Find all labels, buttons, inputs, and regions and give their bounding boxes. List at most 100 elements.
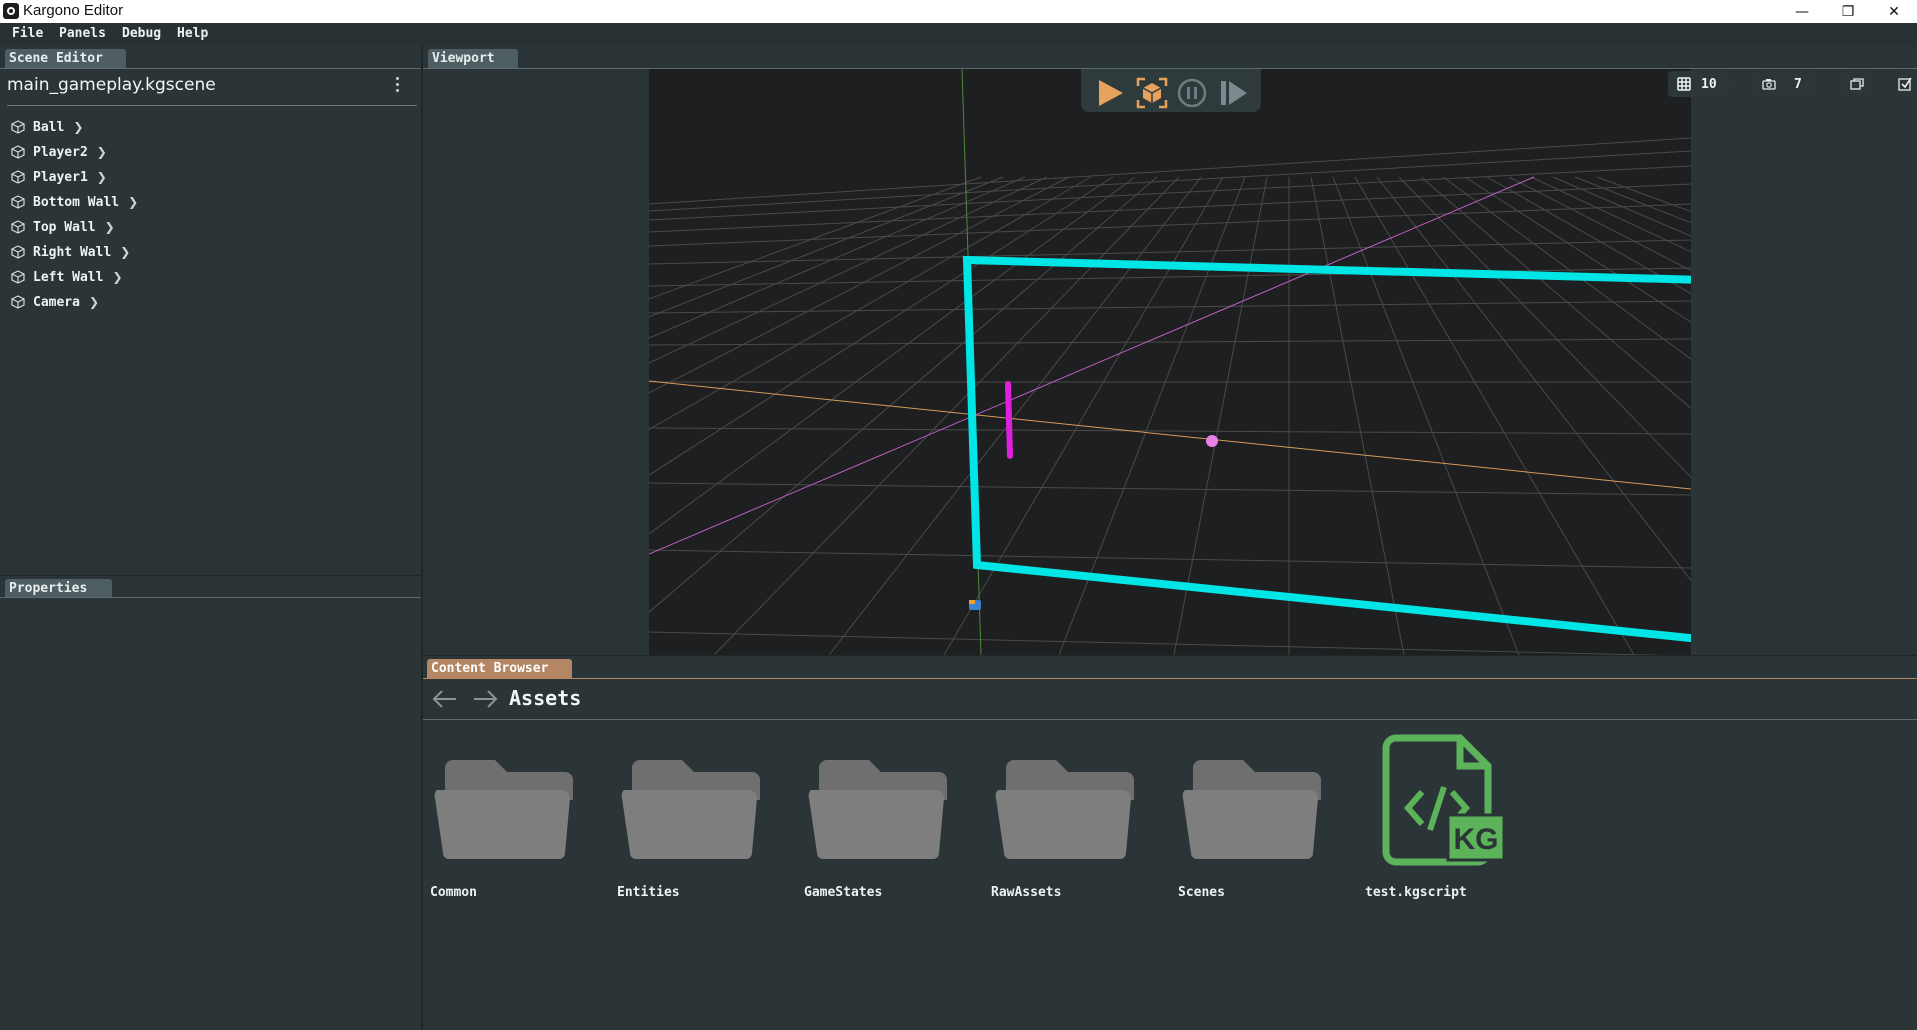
pause-icon[interactable] [1176,77,1208,109]
grid-row-line [649,150,1691,212]
grid-column-line [649,176,982,300]
entity-name: Camera [33,294,80,310]
chevron-right-icon[interactable]: ❯ [120,245,130,259]
grid-column-line [1398,176,1691,478]
entity-row[interactable]: Camera ❯ [11,293,99,311]
menu-bar: File Panels Debug Help [0,23,1917,45]
grid-column-line [1508,176,1691,272]
folder-icon [434,760,573,859]
menu-panels[interactable]: Panels [59,26,106,41]
menu-file[interactable]: File [12,26,43,41]
tab-scene-editor[interactable]: Scene Editor [5,49,126,68]
properties-tabbar: Properties [0,576,421,598]
grid-setting[interactable]: 10 [1668,71,1732,97]
restore-icon[interactable]: ❐ [1825,0,1871,23]
tab-properties[interactable]: Properties [5,579,112,598]
scene-name: main_gameplay.kgscene [7,75,216,95]
minimize-icon[interactable]: — [1779,0,1825,23]
maximize-viewport-button[interactable] [1841,71,1873,97]
chevron-right-icon[interactable]: ❯ [112,270,122,284]
grid-column-line [1486,176,1691,295]
divider [423,719,1917,720]
current-path: Assets [509,686,582,710]
svg-text:KG: KG [1454,823,1499,856]
grid-icon [1677,77,1691,91]
window-icon [1850,78,1864,90]
entity-name: Player2 [33,144,88,160]
entity-name: Left Wall [33,269,104,285]
scene-options-icon[interactable] [396,77,400,95]
entity-name: Ball [33,119,65,135]
simulate-icon[interactable] [1136,77,1168,109]
asset-folder[interactable]: Scenes [1178,740,1328,900]
grid-column-line [1420,176,1691,409]
asset-folder[interactable]: RawAssets [991,740,1141,900]
tab-viewport[interactable]: Viewport [428,49,518,68]
grid-column-line [649,176,1114,476]
menu-help[interactable]: Help [177,26,208,41]
ball [1206,435,1218,447]
camera-speed-setting[interactable]: 7 [1752,71,1818,97]
grid-column-line [1332,176,1520,655]
camera-icon [1762,79,1776,90]
entity-row[interactable]: Top Wall ❯ [11,218,115,236]
asset-label: test.kgscript [1365,885,1467,900]
entity-cube-icon [11,220,25,234]
paddle-player1 [1005,381,1013,459]
entity-cube-icon [11,120,25,134]
asset-label: Entities [617,885,680,900]
chevron-right-icon[interactable]: ❯ [97,170,107,184]
entity-row[interactable]: Right Wall ❯ [11,243,130,261]
grid-column-line [649,176,1136,535]
grid-column-line [1376,176,1691,582]
grid-column-line [1552,176,1691,237]
entity-row[interactable]: Ball ❯ [11,118,83,136]
asset-folder[interactable]: GameStates [804,740,954,900]
panel-splitter[interactable] [421,46,423,1030]
entity-cube-icon [11,245,25,259]
grid-row-line [649,165,1691,221]
grid-row-line [649,549,1691,569]
entity-cube-icon [11,270,25,284]
content-browser-tabbar: Content Browser [423,656,1917,678]
entity-cube-icon [11,195,25,209]
asset-folder[interactable]: Entities [617,740,767,900]
grid-row-line [649,239,1691,265]
grid-row-line [649,427,1691,435]
forward-arrow-icon[interactable] [471,688,499,710]
entity-row[interactable]: Player2 ❯ [11,143,107,161]
chevron-right-icon[interactable]: ❯ [97,145,107,159]
tab-content-browser[interactable]: Content Browser [427,659,572,678]
grid-column-line [1596,176,1691,213]
asset-label: GameStates [804,885,883,900]
entity-row[interactable]: Player1 ❯ [11,168,107,186]
chevron-right-icon[interactable]: ❯ [128,195,138,209]
divider [423,678,1917,679]
grid-column-line [1530,176,1691,253]
chevron-right-icon[interactable]: ❯ [89,295,99,309]
grid-column-line [649,176,1092,430]
grid-column-line [1354,176,1635,655]
grid-column-line [713,176,1180,655]
back-arrow-icon[interactable] [431,688,459,710]
close-icon[interactable]: ✕ [1871,0,1917,23]
grid-column-line [1464,176,1691,323]
entity-name: Bottom Wall [33,194,120,210]
grid-column-line [1442,176,1691,360]
menu-debug[interactable]: Debug [122,26,161,41]
entity-row[interactable]: Bottom Wall ❯ [11,193,138,211]
entity-name: Right Wall [33,244,112,260]
asset-folder[interactable]: Common [430,740,580,900]
window-title: Kargono Editor [23,2,124,19]
step-icon[interactable] [1218,77,1250,109]
chevron-right-icon[interactable]: ❯ [105,220,115,234]
asset-file[interactable]: KG test.kgscript [1365,734,1515,900]
entity-row[interactable]: Left Wall ❯ [11,268,123,286]
play-icon[interactable] [1094,77,1126,109]
folder-icon [1182,760,1321,859]
grid-row-line [649,631,1670,655]
kgscript-file-icon: KG [1382,734,1506,866]
chevron-right-icon[interactable]: ❯ [73,120,83,134]
divider [0,68,421,69]
toggle-overlay-button[interactable] [1893,71,1917,97]
